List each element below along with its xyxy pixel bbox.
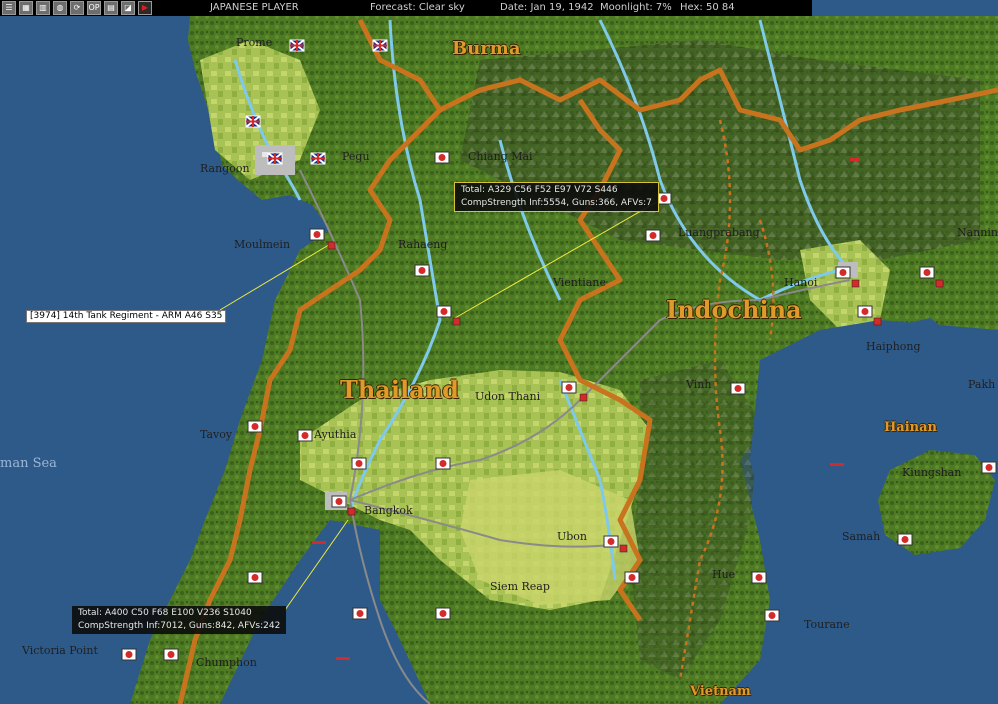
place-label[interactable]: Hanoi — [784, 276, 817, 289]
japan-flag-icon — [561, 381, 577, 394]
report-icon[interactable]: ▥ — [36, 1, 50, 15]
place-label[interactable]: Pakh — [968, 378, 995, 391]
japan-flag-icon — [751, 571, 767, 584]
place-label[interactable]: Nannin — [957, 226, 998, 239]
place-label[interactable]: Rahaeng — [398, 238, 447, 251]
japan-flag-icon — [730, 382, 746, 395]
window-icon[interactable]: ◪ — [121, 1, 135, 15]
place-label[interactable]: Vientiane — [553, 276, 606, 289]
japan-flag-icon — [163, 648, 179, 661]
menu-icon[interactable]: ☰ — [2, 1, 16, 15]
japan-flag-icon — [436, 305, 452, 318]
japan-flag-icon — [247, 420, 263, 433]
place-label[interactable]: Bangkok — [364, 504, 413, 517]
place-label[interactable]: Chumphon — [196, 656, 257, 669]
stack-tooltip-north: Total: A329 C56 F52 E97 V72 S446 CompStr… — [454, 182, 659, 212]
date-label: Date: Jan 19, 1942 — [500, 2, 594, 13]
japan-flag-icon — [352, 607, 368, 620]
union-jack-icon — [245, 115, 261, 128]
japan-flag-icon — [603, 535, 619, 548]
japan-flag-icon — [624, 571, 640, 584]
forecast-label: Forecast: Clear sky — [370, 2, 465, 13]
japan-flag-icon — [764, 609, 780, 622]
stack-tooltip-south: Total: A400 C50 F68 E100 V236 S1040 Comp… — [72, 606, 287, 634]
region-label-burma: Burma — [452, 38, 521, 59]
japan-flag-icon — [434, 151, 450, 164]
tooltip-strength: CompStrength Inf:5554, Guns:366, AFVs:7 — [461, 198, 652, 208]
list-icon[interactable]: ▤ — [104, 1, 118, 15]
place-label[interactable]: Ubon — [557, 530, 587, 543]
japan-flag-icon — [331, 495, 347, 508]
strategic-map[interactable] — [0, 0, 998, 704]
place-label[interactable]: Kiungshan — [902, 466, 961, 479]
union-jack-icon — [289, 39, 305, 52]
place-label[interactable]: Hue — [712, 568, 735, 581]
region-label-vietnam: Vietnam — [690, 684, 751, 699]
place-label[interactable]: Siem Reap — [490, 580, 550, 593]
unit-label[interactable]: [3974] 14th Tank Regiment - ARM A46 S35 — [26, 310, 227, 323]
region-label-thailand: Thailand — [340, 375, 459, 404]
japan-flag-icon — [414, 264, 430, 277]
region-label-indochina: Indochina — [666, 295, 802, 324]
japan-flag-icon — [897, 533, 913, 546]
place-label[interactable]: Luangprabang — [678, 226, 760, 239]
japan-flag-icon — [351, 457, 367, 470]
tooltip-strength: CompStrength Inf:7012, Guns:842, AFVs:24… — [78, 621, 281, 631]
place-label[interactable]: Pegu — [342, 150, 370, 163]
place-label[interactable]: Tavoy — [200, 428, 232, 441]
chart-icon[interactable]: ▦ — [19, 1, 33, 15]
japan-flag-icon — [645, 229, 661, 242]
japan-flag-icon — [919, 266, 935, 279]
japan-flag-icon — [121, 648, 137, 661]
toolbar-icons: ☰ ▦ ▥ ◍ ⟳ OP ▤ ◪ ▶ — [2, 1, 152, 15]
place-label[interactable]: Samah — [842, 530, 880, 543]
end-turn-icon[interactable]: ▶ — [138, 1, 152, 15]
union-jack-icon — [372, 39, 388, 52]
region-label-hainan: Hainan — [884, 420, 937, 435]
place-label[interactable]: Haiphong — [866, 340, 921, 353]
japan-flag-icon — [309, 228, 325, 241]
place-label[interactable]: Moulmein — [234, 238, 290, 251]
union-jack-icon — [310, 152, 326, 165]
refresh-icon[interactable]: ⟳ — [70, 1, 84, 15]
status-bar: ☰ ▦ ▥ ◍ ⟳ OP ▤ ◪ ▶ JAPANESE PLAYER Forec… — [0, 0, 812, 16]
hex-label: Hex: 50 84 — [680, 2, 735, 13]
japan-flag-icon — [656, 192, 672, 205]
tooltip-totals: Total: A400 C50 F68 E100 V236 S1040 — [78, 608, 252, 618]
sea-label: man Sea — [0, 456, 57, 471]
place-label[interactable]: Rangoon — [200, 162, 250, 175]
japan-flag-icon — [435, 607, 451, 620]
place-label[interactable]: Ayuthia — [314, 428, 356, 441]
moonlight-label: Moonlight: 7% — [600, 2, 672, 13]
japan-flag-icon — [857, 305, 873, 318]
place-label[interactable]: Prome — [236, 36, 272, 49]
ops-icon[interactable]: OP — [87, 1, 101, 15]
player-label: JAPANESE PLAYER — [210, 2, 299, 13]
tooltip-totals: Total: A329 C56 F52 E97 V72 S446 — [461, 185, 618, 195]
japan-flag-icon — [247, 571, 263, 584]
globe-icon[interactable]: ◍ — [53, 1, 67, 15]
place-label[interactable]: Victoria Point — [22, 644, 98, 657]
japan-flag-icon — [435, 457, 451, 470]
japan-flag-icon — [297, 429, 313, 442]
place-label[interactable]: Udon Thani — [475, 390, 540, 403]
union-jack-icon — [267, 152, 283, 165]
place-label[interactable]: Vinh — [686, 378, 711, 391]
japan-flag-icon — [981, 461, 997, 474]
japan-flag-icon — [835, 266, 851, 279]
place-label[interactable]: Chiang Mai — [468, 150, 533, 163]
place-label[interactable]: Tourane — [804, 618, 850, 631]
